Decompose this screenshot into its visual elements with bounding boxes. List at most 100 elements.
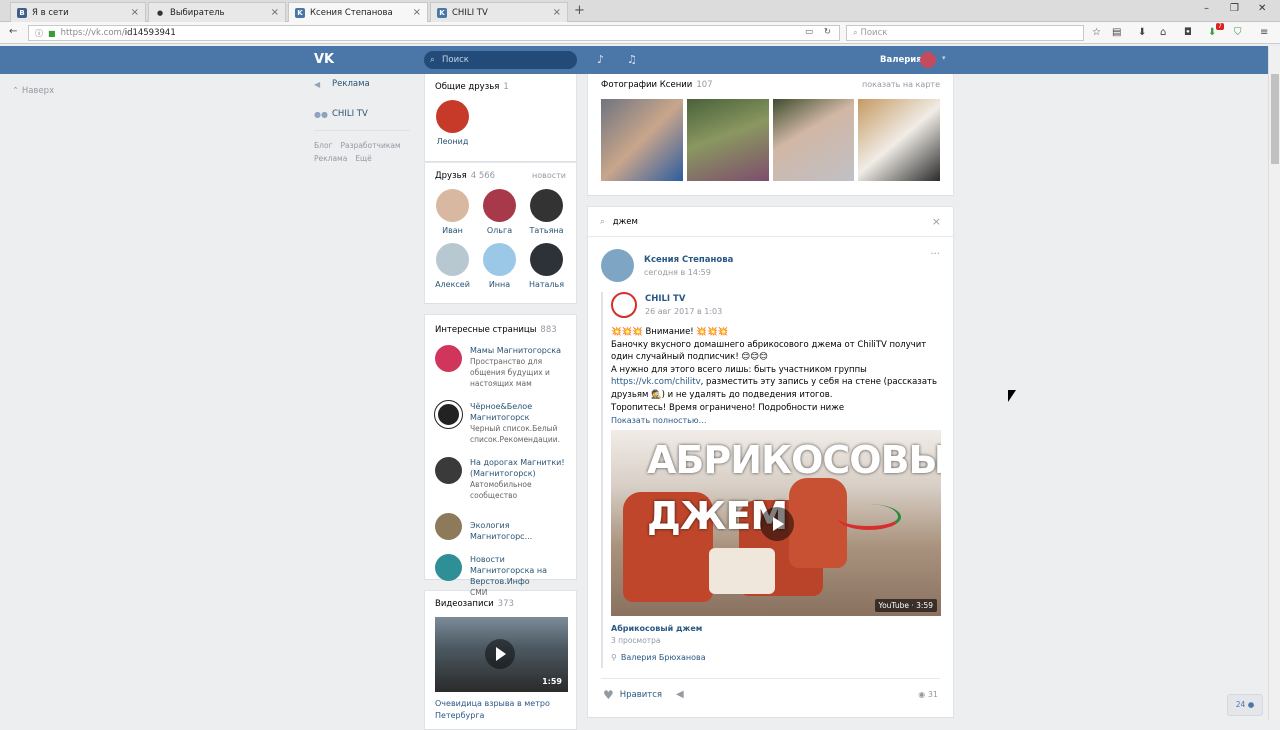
heart-icon[interactable]: ♥: [603, 688, 614, 702]
tab-vybiratel[interactable]: ● Выбиратель ×: [148, 2, 286, 22]
close-icon[interactable]: ×: [131, 7, 139, 18]
play-icon[interactable]: [485, 639, 515, 669]
friends-news-link[interactable]: новости: [532, 171, 566, 181]
vk-search-placeholder: Поиск: [442, 55, 469, 65]
friends-header[interactable]: Друзья 4 566 новости: [425, 171, 576, 181]
jar-shape: [789, 478, 847, 569]
scroll-thumb[interactable]: [1271, 74, 1279, 164]
maximize-button[interactable]: ❐: [1230, 3, 1239, 14]
page-item[interactable]: На дорогах Магнитки! (Магнитогорск) Автом…: [425, 457, 576, 501]
paw-icon: ●: [156, 8, 164, 17]
photo-thumbnail[interactable]: [772, 99, 855, 181]
close-icon[interactable]: ×: [271, 7, 279, 18]
user-avatar[interactable]: [920, 52, 936, 68]
page-desc: Пространство для общения будущих и насто…: [470, 357, 550, 388]
video-thumbnail[interactable]: 1:59: [435, 617, 568, 692]
shield-icon[interactable]: ⛉: [1234, 27, 1242, 38]
wall-search-query[interactable]: джем: [613, 217, 638, 227]
video-player[interactable]: АБРИКОСОВЫЙ ДЖЕМ YouTube · 3:59: [611, 430, 941, 617]
group-link[interactable]: https://vk.com/chilitv: [611, 377, 701, 387]
interesting-pages-header[interactable]: Интересные страницы 883: [425, 325, 576, 335]
photo-thumbnail[interactable]: [686, 99, 769, 181]
repost-author[interactable]: CHILI TV: [645, 294, 722, 304]
menu-item-ads[interactable]: ◀ Реклама: [314, 74, 414, 94]
wall-search-bar[interactable]: ⌕ джем ×: [588, 207, 953, 237]
bookmark-star-icon[interactable]: ☆: [1092, 27, 1101, 38]
footer-link-dev[interactable]: Разработчикам: [340, 141, 400, 150]
tab-kseniya[interactable]: K Ксения Степанова ×: [288, 2, 428, 22]
photos-header[interactable]: Фотографии Ксении 107 показать на карте: [588, 80, 953, 90]
friend-item[interactable]: Инна: [476, 243, 523, 289]
friend-item[interactable]: Татьяна: [523, 189, 570, 235]
post-author[interactable]: Ксения Степанова: [644, 255, 733, 265]
friend-item[interactable]: Алексей: [429, 243, 476, 289]
footer-link-blog[interactable]: Блог: [314, 141, 332, 150]
share-icon[interactable]: ◀: [676, 689, 684, 700]
chili-avatar[interactable]: [611, 292, 637, 318]
like-button[interactable]: Нравится: [620, 690, 662, 700]
videos-header[interactable]: Видеозаписи 373: [425, 599, 576, 609]
user-name[interactable]: Валерия: [880, 55, 922, 65]
new-tab-button[interactable]: +: [574, 3, 585, 18]
play-icon[interactable]: [760, 507, 794, 542]
repost-date[interactable]: 26 авг 2017 в 1:03: [645, 307, 722, 316]
mutual-friends-header[interactable]: Общие друзья 1: [425, 82, 576, 92]
music-note-icon[interactable]: ♫: [627, 53, 637, 66]
video-name[interactable]: Абрикосовый джем: [611, 624, 940, 633]
footer-link-more[interactable]: Ещё: [355, 154, 371, 163]
browser-search-field[interactable]: ⌕ Поиск: [846, 25, 1084, 41]
section-count: 1: [503, 82, 509, 92]
friend-item[interactable]: Леонид: [429, 100, 476, 146]
footer-link-ads[interactable]: Реклама: [314, 154, 347, 163]
friend-item[interactable]: Ольга: [476, 189, 523, 235]
page-item[interactable]: Экология Магнитогорс...: [425, 513, 576, 542]
video-author[interactable]: ⚲ Валерия Брюханова: [611, 653, 940, 668]
chevron-up-icon: ⌃: [12, 86, 20, 96]
chili-logo-icon: [837, 504, 901, 531]
friend-item[interactable]: Наталья: [523, 243, 570, 289]
messages-counter-button[interactable]: 24 ●: [1227, 694, 1263, 716]
url-field[interactable]: ⓘ ■ https://vk.com/ id14593941 ▭ ↻: [28, 25, 840, 41]
notification-badge: 7: [1216, 23, 1224, 30]
chevron-down-icon[interactable]: ▾: [942, 54, 946, 62]
scroll-up-button[interactable]: ⌃ Наверх: [12, 86, 54, 96]
friend-item[interactable]: Иван: [429, 189, 476, 235]
vk-logo-icon[interactable]: VK: [314, 52, 338, 68]
show-more-link[interactable]: Показать полностью…: [611, 416, 940, 425]
menu-item-chili-tv[interactable]: ●● CHILI TV: [314, 104, 414, 124]
cloth-shape: [709, 548, 775, 595]
reload-icon[interactable]: ↻: [824, 27, 831, 37]
more-options-icon[interactable]: ···: [930, 249, 940, 260]
close-icon[interactable]: ×: [413, 7, 421, 18]
pocket-icon[interactable]: ◘: [1184, 27, 1192, 38]
vk-favicon-icon: K: [437, 7, 447, 18]
page-item[interactable]: Чёрное&Белое Магнитогорск Черный список.Б…: [425, 400, 576, 445]
show-on-map-link[interactable]: показать на карте: [862, 80, 940, 90]
friend-name: Инна: [488, 280, 511, 289]
video-title-line: АБРИКОСОВЫЙ: [647, 438, 941, 483]
close-icon[interactable]: ×: [932, 215, 941, 228]
vk-search-input[interactable]: ⌕ Поиск: [424, 51, 577, 69]
author-avatar[interactable]: [601, 249, 634, 282]
left-menu: ◀ Реклама ●● CHILI TV Блог Разработчикам Ре…: [314, 74, 414, 165]
reader-icon[interactable]: ▭: [805, 27, 813, 37]
photo-thumbnail[interactable]: [601, 99, 683, 181]
photo-thumbnail[interactable]: [858, 99, 940, 181]
video-caption[interactable]: Очевидица взрыва в метро Петербурга: [435, 698, 566, 722]
minimize-button[interactable]: –: [1204, 3, 1209, 14]
download-icon[interactable]: ⬇: [1138, 27, 1146, 38]
close-icon[interactable]: ×: [553, 7, 561, 18]
menu-icon[interactable]: ≡: [1260, 27, 1268, 38]
clipboard-icon[interactable]: ▤: [1112, 27, 1121, 38]
tab-ya-v-seti[interactable]: B Я в сети ×: [10, 2, 146, 22]
page-item[interactable]: Мамы Магнитогорска Пространство для общен…: [425, 345, 576, 389]
page-scrollbar[interactable]: [1268, 46, 1280, 720]
back-arrow-icon[interactable]: ←: [9, 26, 17, 37]
window-close-button[interactable]: ✕: [1258, 3, 1266, 14]
wall-post-card: ⌕ джем × Ксения Степанова сегодня в 14:5…: [587, 206, 954, 718]
info-icon: ⓘ: [35, 28, 43, 38]
post-date[interactable]: сегодня в 14:59: [644, 268, 733, 277]
tab-chili-tv[interactable]: K CHILI TV ×: [430, 2, 568, 22]
home-icon[interactable]: ⌂: [1160, 27, 1166, 38]
bell-icon[interactable]: ♪: [597, 53, 604, 66]
